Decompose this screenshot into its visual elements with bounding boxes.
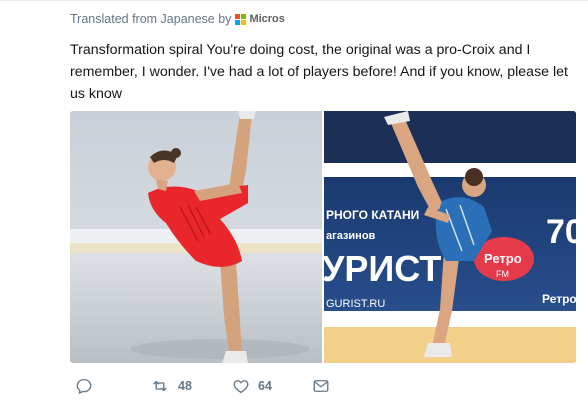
media-grid: РНОГО КАТАНИ агазинов УРИСТ GURIST.RU Ре…	[70, 111, 576, 363]
banner-big: УРИСТ	[324, 248, 441, 289]
skater-red-dress-photo	[70, 111, 322, 363]
retweet-button[interactable]: 48	[150, 374, 192, 398]
photo-left[interactable]	[70, 111, 322, 363]
like-button[interactable]: 64	[232, 374, 272, 398]
direct-message-button[interactable]	[312, 374, 330, 398]
microsoft-logo-icon[interactable]	[235, 13, 247, 25]
banner-url: GURIST.RU	[326, 298, 385, 310]
like-count: 64	[258, 379, 272, 393]
side-text: Ретро	[542, 292, 576, 306]
translation-attribution: Translated from Japanese by Micros	[70, 12, 285, 26]
reply-button[interactable]	[75, 374, 93, 398]
retro-logo: Ретро	[484, 251, 522, 266]
envelope-icon	[313, 380, 329, 392]
photo-right[interactable]: РНОГО КАТАНИ агазинов УРИСТ GURIST.RU Ре…	[324, 111, 576, 363]
retweet-count: 48	[178, 379, 192, 393]
divider	[0, 0, 588, 1]
translation-brand[interactable]: Micros	[249, 13, 284, 25]
heart-icon	[233, 380, 249, 394]
retweet-icon	[153, 380, 167, 392]
reply-icon	[76, 378, 92, 394]
translation-label: Translated from Japanese by	[70, 12, 232, 26]
banner-line2: агазинов	[326, 230, 376, 242]
tweet-actions: 48 64	[70, 374, 370, 398]
retro-sub: FM	[496, 269, 509, 279]
banner-line1: РНОГО КАТАНИ	[326, 208, 419, 222]
side-number: 70	[546, 213, 576, 251]
tweet-text: Transformation spiral You're doing cost,…	[70, 42, 568, 102]
skater-blue-dress-photo: РНОГО КАТАНИ агазинов УРИСТ GURIST.RU Ре…	[324, 111, 576, 363]
